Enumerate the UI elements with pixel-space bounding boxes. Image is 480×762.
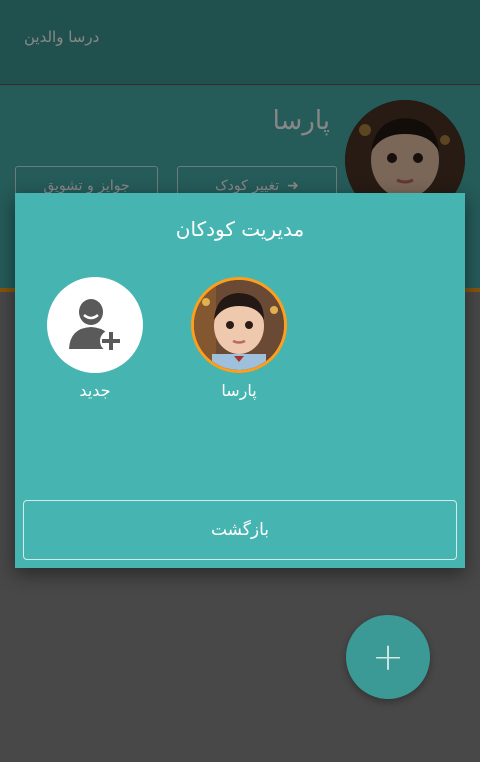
dialog-title: مدیریت کودکان bbox=[175, 217, 305, 241]
plus-icon: + bbox=[372, 635, 404, 679]
child-avatar-photo[interactable] bbox=[191, 277, 287, 373]
child-name-label: پارسا bbox=[221, 381, 257, 400]
add-child-avatar[interactable] bbox=[47, 277, 143, 373]
add-user-icon bbox=[69, 299, 122, 352]
add-fab-button[interactable]: + bbox=[346, 615, 430, 699]
child-item-new[interactable]: جدید bbox=[47, 277, 143, 400]
child-item-parsa[interactable]: پارسا bbox=[191, 277, 287, 400]
new-child-label: جدید bbox=[79, 381, 111, 400]
back-button[interactable]: بازگشت bbox=[23, 500, 457, 560]
manage-children-dialog: مدیریت کودکان پارسا جدید بازگشت bbox=[15, 193, 465, 568]
